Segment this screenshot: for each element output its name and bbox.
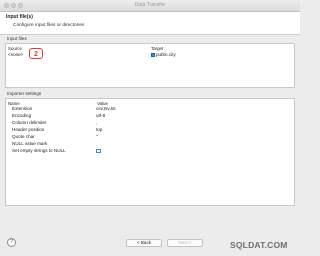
setting-value[interactable]: utf-8 (96, 113, 105, 118)
setting-value[interactable]: top (96, 127, 102, 132)
setting-name: NULL value mark (12, 141, 48, 146)
setting-name: Extension (12, 106, 33, 111)
value-column-header[interactable]: Value (97, 101, 108, 106)
next-button[interactable]: Next > (167, 239, 203, 247)
target-column-header[interactable]: Target (151, 46, 163, 51)
zoom-window-icon[interactable] (18, 3, 23, 8)
minimize-window-icon[interactable] (11, 3, 16, 8)
setting-row-column-delimiter[interactable]: Column delimiter , (8, 120, 288, 126)
source-column-header[interactable]: Source (8, 46, 22, 51)
step-badge: 2 (29, 48, 43, 59)
setting-row-extension[interactable]: Extension csv,tsv,txt (8, 106, 288, 112)
window-titlebar: Data Transfer (0, 0, 300, 12)
setting-name: Header position (12, 127, 45, 132)
target-cell[interactable]: public.city (151, 52, 176, 57)
name-column-header[interactable]: Name (8, 101, 20, 106)
input-files-table[interactable]: Source Target <none> public.city (5, 43, 295, 88)
setting-value[interactable]: csv,tsv,txt (96, 106, 115, 111)
watermark: SQLDAT.COM (230, 240, 288, 250)
source-cell[interactable]: <none> (8, 52, 23, 57)
setting-name: Set empty strings to NULL (12, 148, 66, 153)
setting-row-null-value-mark[interactable]: NULL value mark (8, 141, 288, 147)
importer-settings-group-label: Importer settings (7, 91, 42, 96)
target-cell-label: public.city (156, 52, 176, 57)
empty-strings-null-checkbox[interactable] (96, 148, 101, 153)
setting-value[interactable]: , (96, 120, 97, 125)
setting-row-header-position[interactable]: Header position top (8, 127, 288, 133)
input-files-group-label: Input files (7, 36, 27, 41)
wizard-header: Input file(s) Configure input files or d… (0, 12, 300, 35)
window-title: Data Transfer (134, 2, 166, 8)
help-icon[interactable]: ? (7, 238, 16, 247)
setting-name: Column delimiter (12, 120, 47, 125)
back-button[interactable]: < Back (126, 239, 162, 247)
setting-value[interactable]: " (96, 134, 98, 139)
setting-name: Encoding (12, 113, 32, 118)
setting-row-encoding[interactable]: Encoding utf-8 (8, 113, 288, 119)
setting-name: Quote char (12, 134, 35, 139)
table-icon (151, 52, 155, 57)
setting-row-quote-char[interactable]: Quote char " (8, 134, 288, 140)
page-title: Input file(s) (6, 14, 33, 20)
close-window-icon[interactable] (4, 3, 9, 8)
page-subtitle: Configure input files or directories (13, 23, 85, 28)
setting-row-empty-strings-null[interactable]: Set empty strings to NULL (8, 148, 288, 154)
